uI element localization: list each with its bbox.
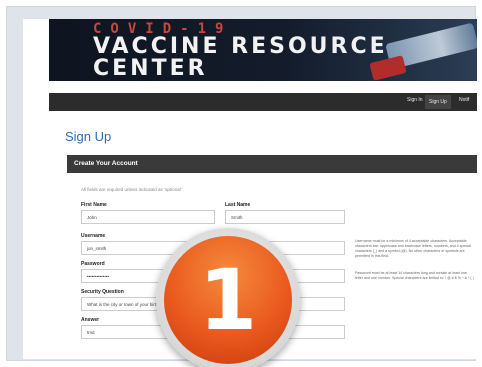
last-name-field[interactable]: Smith <box>225 210 345 224</box>
vaccine-resource-banner: COVID-19 VACCINE RESOURCE CENTER <box>49 19 477 81</box>
security-question-label: Security Question <box>81 289 124 295</box>
answer-label: Answer <box>81 317 100 323</box>
password-label: Password <box>81 261 105 267</box>
username-label: Username <box>81 233 106 239</box>
page-title: Sign Up <box>65 129 112 144</box>
top-navigation-bar: Sign In Sign Up Notif <box>49 93 477 111</box>
last-name-label: Last Name <box>225 202 251 208</box>
step-number: 1 <box>198 251 258 349</box>
first-name-label: First Name <box>81 202 107 208</box>
required-fields-note: All fields are required unless indicated… <box>81 187 182 192</box>
username-hint: Username must be a minimum of 4 acceptab… <box>355 239 471 258</box>
section-header: Create Your Account <box>67 155 477 173</box>
vial-cap-image <box>369 55 407 81</box>
banner-line3: CENTER <box>93 56 208 81</box>
nav-sign-in[interactable]: Sign In <box>407 97 423 103</box>
password-hint: Password must be at least 14 characters … <box>355 271 474 280</box>
first-name-field[interactable]: John <box>81 210 215 224</box>
nav-notif[interactable]: Notif <box>459 97 469 103</box>
nav-sign-up[interactable]: Sign Up <box>425 95 451 109</box>
